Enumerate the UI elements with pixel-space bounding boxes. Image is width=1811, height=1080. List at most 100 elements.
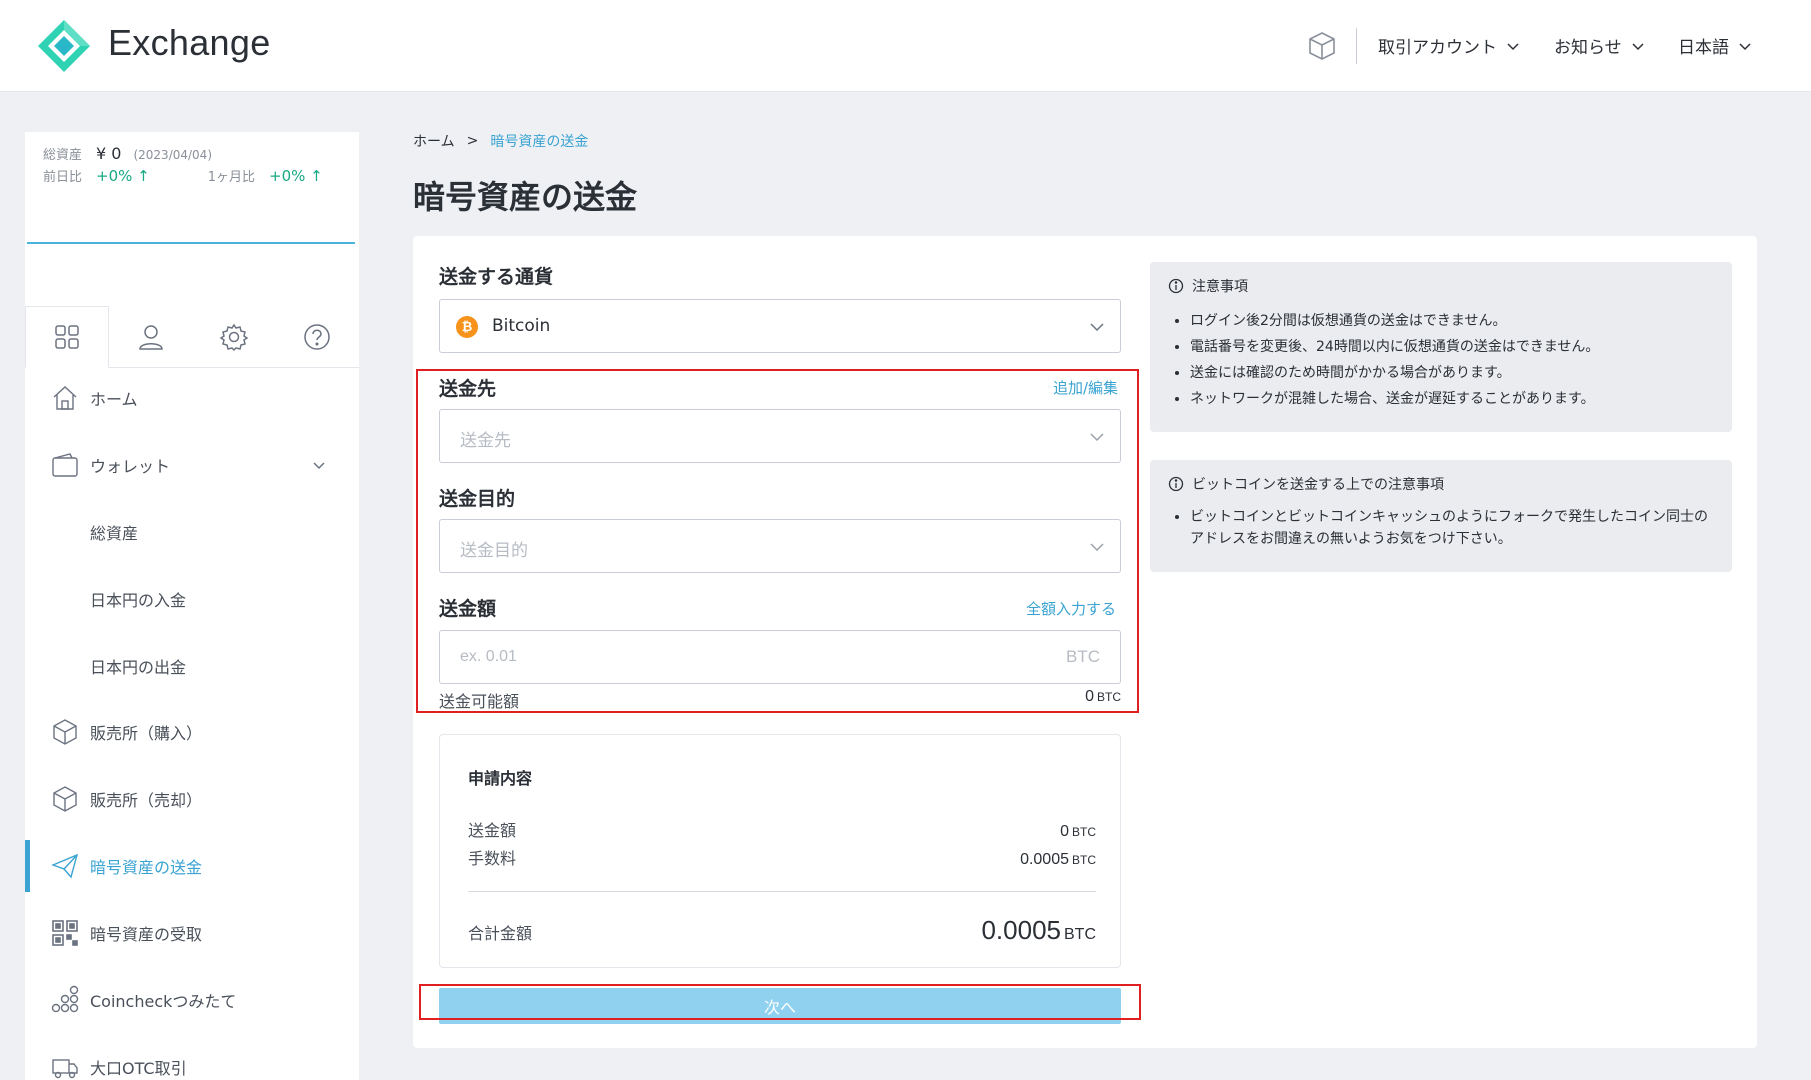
summary-fee-value-wrap: 0.0005 BTC	[1020, 851, 1096, 869]
qr-code-icon	[52, 920, 78, 946]
request-summary: 申請内容 送金額 0 BTC 手数料 0.0005 BTC 合計金額 0.0005 B…	[439, 734, 1121, 968]
breadcrumb-home[interactable]: ホーム	[413, 131, 455, 151]
info-icon	[1168, 278, 1184, 294]
tab-settings[interactable]	[192, 306, 276, 368]
sidebar-item-jpy-withdraw[interactable]: 日本円の出金	[25, 646, 359, 686]
amount-unit: BTC	[1066, 647, 1100, 666]
summary-unit: BTC	[1072, 825, 1096, 839]
bitcoin-notice-header: ビットコインを送金する上での注意事項	[1168, 474, 1714, 494]
sidebar-item-label: ウォレット	[90, 457, 171, 476]
summary-amount-value-wrap: 0 BTC	[1060, 823, 1096, 841]
currency-selected-value: Bitcoin	[492, 316, 551, 336]
available-value: 0	[1085, 688, 1094, 705]
summary-total-value-wrap: 0.0005 BTC	[981, 915, 1096, 946]
notice-list: ログイン後2分間は仮想通貨の送金はできません。 電話番号を変更後、24時間以内に…	[1168, 308, 1714, 412]
summary-total-label: 合計金額	[468, 924, 533, 943]
sidebar-item-otc[interactable]: 大口OTC取引	[25, 1047, 359, 1080]
tab-help[interactable]	[275, 306, 359, 368]
sidebar-item-jpy-deposit[interactable]: 日本円の入金	[25, 579, 359, 619]
sidebar: 総資産 ¥ 0 (2023/04/04) 前日比 +0% ↑ 1ヶ月比 +0% …	[25, 132, 359, 1080]
destination-select[interactable]: 送金先	[439, 409, 1121, 463]
list-item: 電話番号を変更後、24時間以内に仮想通貨の送金はできません。	[1190, 334, 1714, 360]
summary-unit: BTC	[1072, 853, 1096, 867]
tab-dashboard[interactable]	[25, 306, 109, 368]
list-item: ビットコインとビットコインキャッシュのようにフォークで発生したコイン同士のアドレ…	[1190, 506, 1714, 550]
notice-text: ネットワークが混雑した場合、送金が遅延することがあります。	[1190, 391, 1595, 407]
amount-field[interactable]: BTC	[439, 630, 1121, 684]
cube-icon	[53, 786, 77, 812]
exchange-logo-icon[interactable]	[36, 18, 92, 74]
chevron-down-icon	[313, 462, 325, 470]
bitcoin-notice-list: ビットコインとビットコインキャッシュのようにフォークで発生したコイン同士のアドレ…	[1168, 506, 1714, 550]
cube-icon[interactable]	[1306, 30, 1338, 62]
sidebar-item-home[interactable]: ホーム	[25, 378, 359, 418]
sidebar-item-label: 販売所（購入）	[90, 724, 203, 743]
language-label: 日本語	[1678, 38, 1729, 58]
chevron-down-icon	[1090, 433, 1104, 442]
sidebar-item-sell[interactable]: 販売所（売却）	[25, 779, 359, 819]
truck-icon	[52, 1059, 78, 1079]
amount-input[interactable]	[440, 631, 1040, 683]
summary-total-row: 合計金額 0.0005 BTC	[468, 915, 1096, 946]
sidebar-item-label: 日本円の入金	[90, 591, 187, 610]
edit-destination-link[interactable]: 追加/編集	[1053, 377, 1118, 398]
sidebar-icon-tabs	[25, 306, 359, 368]
month-change-value: +0% ↑	[269, 167, 323, 185]
destination-label: 送金先	[439, 378, 497, 400]
list-item: ネットワークが混雑した場合、送金が遅延することがあります。	[1190, 386, 1714, 412]
gear-icon	[219, 323, 249, 352]
currency-select[interactable]: ₿ Bitcoin	[439, 299, 1121, 353]
chevron-down-icon	[1739, 42, 1751, 50]
sidebar-item-buy[interactable]: 販売所（購入）	[25, 712, 359, 752]
notice-text: ログイン後2分間は仮想通貨の送金はできません。	[1190, 313, 1507, 329]
summary-total-value: 0.0005	[981, 915, 1061, 945]
chevron-down-icon	[1507, 42, 1519, 50]
breadcrumb: ホーム > 暗号資産の送金	[413, 131, 588, 151]
tab-account[interactable]	[109, 306, 193, 368]
breadcrumb-separator: >	[466, 133, 479, 149]
breadcrumb-current[interactable]: 暗号資産の送金	[490, 131, 588, 151]
page-title: 暗号資産の送金	[413, 178, 638, 216]
language-menu[interactable]: 日本語	[1678, 33, 1751, 58]
bitcoin-icon: ₿	[456, 316, 478, 338]
currency-label: 送金する通貨	[439, 266, 554, 288]
sidebar-item-wallet[interactable]: ウォレット	[25, 445, 359, 485]
brand-name[interactable]: Exchange	[108, 22, 271, 64]
cube-icon	[53, 719, 77, 745]
help-icon	[304, 324, 330, 350]
home-icon	[53, 386, 77, 410]
purpose-label: 送金目的	[439, 488, 516, 510]
summary-unit: BTC	[1064, 926, 1096, 943]
sidebar-item-crypto-receive[interactable]: 暗号資産の受取	[25, 913, 359, 953]
sidebar-item-tsumitate[interactable]: Coincheckつみたて	[25, 980, 359, 1020]
coins-icon	[51, 985, 79, 1013]
sidebar-item-label: 暗号資産の送金	[90, 858, 203, 877]
bitcoin-notice-title: ビットコインを送金する上での注意事項	[1192, 477, 1444, 493]
summary-fee-value: 0.0005	[1020, 851, 1069, 868]
sidebar-item-total-assets[interactable]: 総資産	[25, 512, 359, 552]
total-assets-row: 総資産 ¥ 0 (2023/04/04)	[43, 144, 212, 163]
trading-account-menu[interactable]: 取引アカウント	[1378, 33, 1519, 58]
available-label: 送金可能額	[439, 692, 520, 711]
sidebar-item-label: 総資産	[90, 524, 139, 543]
summary-amount-value: 0	[1060, 823, 1069, 840]
notice-text: ビットコインとビットコインキャッシュのようにフォークで発生したコイン同士のアドレ…	[1190, 509, 1708, 547]
summary-amount-label: 送金額	[468, 821, 517, 840]
asset-summary: 総資産 ¥ 0 (2023/04/04) 前日比 +0% ↑ 1ヶ月比 +0% …	[25, 132, 359, 244]
top-header: Exchange 取引アカウント お知らせ 日本語	[0, 0, 1811, 92]
list-item: ログイン後2分間は仮想通貨の送金はできません。	[1190, 308, 1714, 334]
purpose-placeholder: 送金目的	[460, 541, 528, 561]
sidebar-item-label: Coincheckつみたて	[90, 992, 237, 1011]
summary-fee-row: 手数料 0.0005 BTC	[468, 845, 1096, 869]
change-row: 前日比 +0% ↑ 1ヶ月比 +0% ↑	[43, 166, 323, 185]
paper-plane-icon	[51, 853, 79, 879]
total-assets-label: 総資産	[43, 148, 83, 163]
fill-all-link[interactable]: 全額入力する	[1026, 598, 1116, 619]
sidebar-item-crypto-send[interactable]: 暗号資産の送金	[25, 840, 359, 892]
notice-header: 注意事項	[1168, 276, 1714, 296]
notices-menu[interactable]: お知らせ	[1554, 33, 1644, 58]
info-icon	[1168, 476, 1184, 492]
available-value-wrap: 0 BTC	[1085, 688, 1121, 712]
wallet-icon	[52, 453, 78, 477]
purpose-select[interactable]: 送金目的	[439, 519, 1121, 573]
